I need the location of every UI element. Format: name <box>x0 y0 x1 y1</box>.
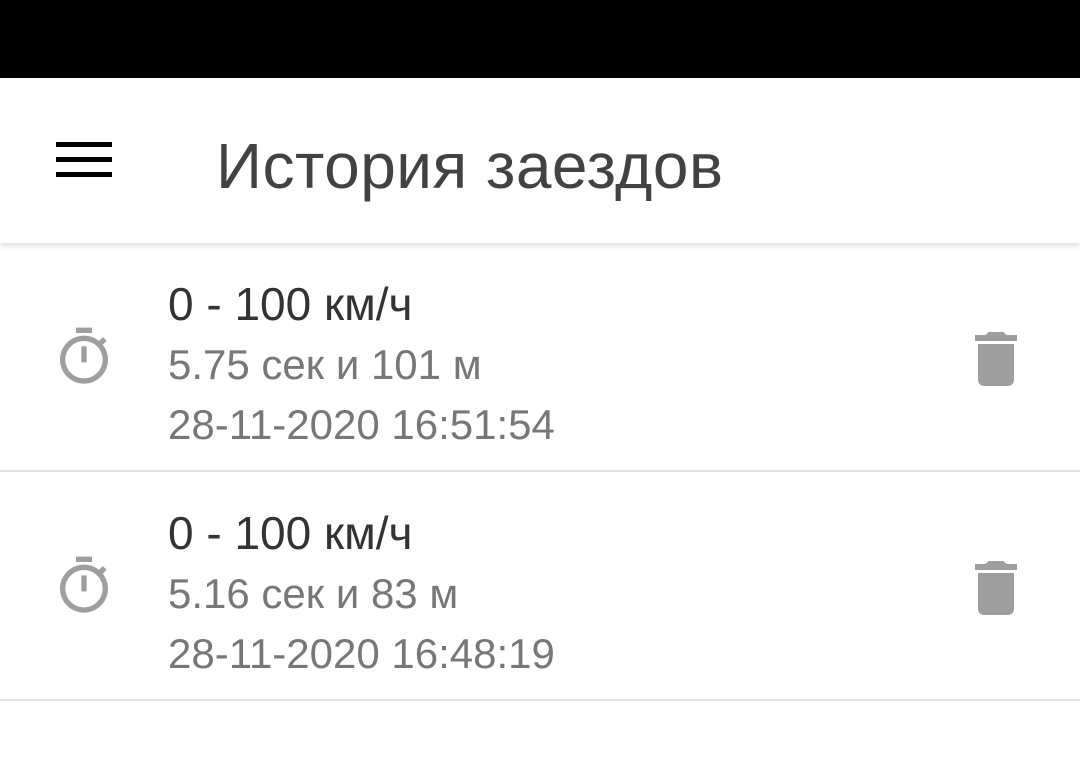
run-details: 0 - 100 км/ч 5.75 сек и 101 м 28-11-2020… <box>168 273 555 455</box>
stopwatch-icon <box>60 556 108 613</box>
menu-button[interactable] <box>40 128 128 192</box>
run-datetime: 28-11-2020 16:51:54 <box>168 401 555 448</box>
run-details: 0 - 100 км/ч 5.16 сек и 83 м 28-11-2020 … <box>168 502 555 684</box>
list-item[interactable]: 0 - 100 км/ч 5.16 сек и 83 м 28-11-2020 … <box>0 472 1080 701</box>
run-datetime: 28-11-2020 16:48:19 <box>168 630 555 677</box>
run-result: 5.75 сек и 101 м <box>168 341 482 388</box>
delete-button[interactable] <box>960 552 1032 624</box>
page-title: История заездов <box>216 130 724 202</box>
list-item[interactable]: 0 - 100 км/ч 5.75 сек и 101 м 28-11-2020… <box>0 243 1080 472</box>
trash-icon <box>975 561 1017 615</box>
delete-button[interactable] <box>960 323 1032 395</box>
app-bar: История заездов <box>0 78 1080 243</box>
run-result: 5.16 сек и 83 м <box>168 570 459 617</box>
status-bar <box>0 0 1080 78</box>
run-title: 0 - 100 км/ч <box>168 507 413 559</box>
trash-icon <box>975 332 1017 386</box>
stopwatch-icon <box>60 327 108 384</box>
runs-list: 0 - 100 км/ч 5.75 сек и 101 м 28-11-2020… <box>0 243 1080 701</box>
run-title: 0 - 100 км/ч <box>168 278 413 330</box>
